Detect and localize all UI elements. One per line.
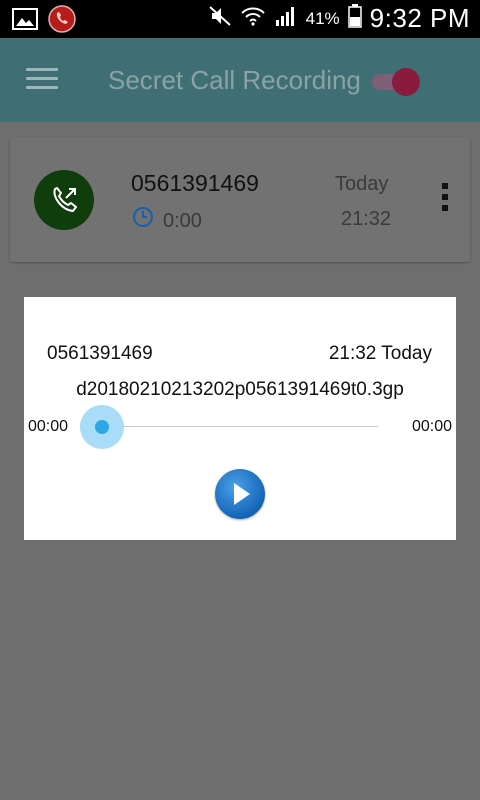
- clock-icon: [132, 206, 154, 228]
- battery-icon: [347, 4, 362, 33]
- app-bar: Secret Call Recording: [0, 38, 480, 122]
- play-button[interactable]: [215, 469, 265, 519]
- recording-filename: d20180210213202p0561391469t0.3gp: [76, 379, 404, 400]
- battery-percent: 41%: [305, 8, 340, 28]
- wifi-icon: [240, 4, 266, 33]
- more-options-icon[interactable]: [437, 183, 453, 217]
- call-duration: 0:00: [163, 210, 202, 232]
- call-recorder-icon: [48, 5, 76, 38]
- seek-bar[interactable]: [102, 426, 378, 427]
- recording-toggle[interactable]: [370, 68, 424, 96]
- call-date: Today: [335, 173, 389, 195]
- mute-icon: [208, 4, 232, 33]
- play-icon: [234, 483, 250, 505]
- call-list-item[interactable]: 0561391469 0:00 Today 21:32: [10, 137, 470, 262]
- dialog-datetime: 21:32 Today: [328, 343, 432, 364]
- call-number: 0561391469: [131, 170, 259, 196]
- total-time: 00:00: [411, 418, 452, 435]
- status-time: 9:32 PM: [369, 3, 470, 33]
- gallery-icon: [12, 8, 38, 35]
- outgoing-call-icon: [34, 170, 94, 230]
- call-time: 21:32: [341, 208, 392, 230]
- dialog-number: 0561391469: [47, 343, 153, 364]
- player-dialog: 0561391469 21:32 Today d20180210213202p0…: [24, 297, 456, 540]
- signal-icon: [274, 4, 298, 33]
- status-bar: 41% 9:32 PM: [0, 0, 480, 38]
- elapsed-time: 00:00: [28, 418, 69, 435]
- seek-thumb[interactable]: [95, 420, 109, 434]
- hamburger-menu-icon[interactable]: [26, 68, 58, 92]
- app-title: Secret Call Recording: [108, 65, 361, 95]
